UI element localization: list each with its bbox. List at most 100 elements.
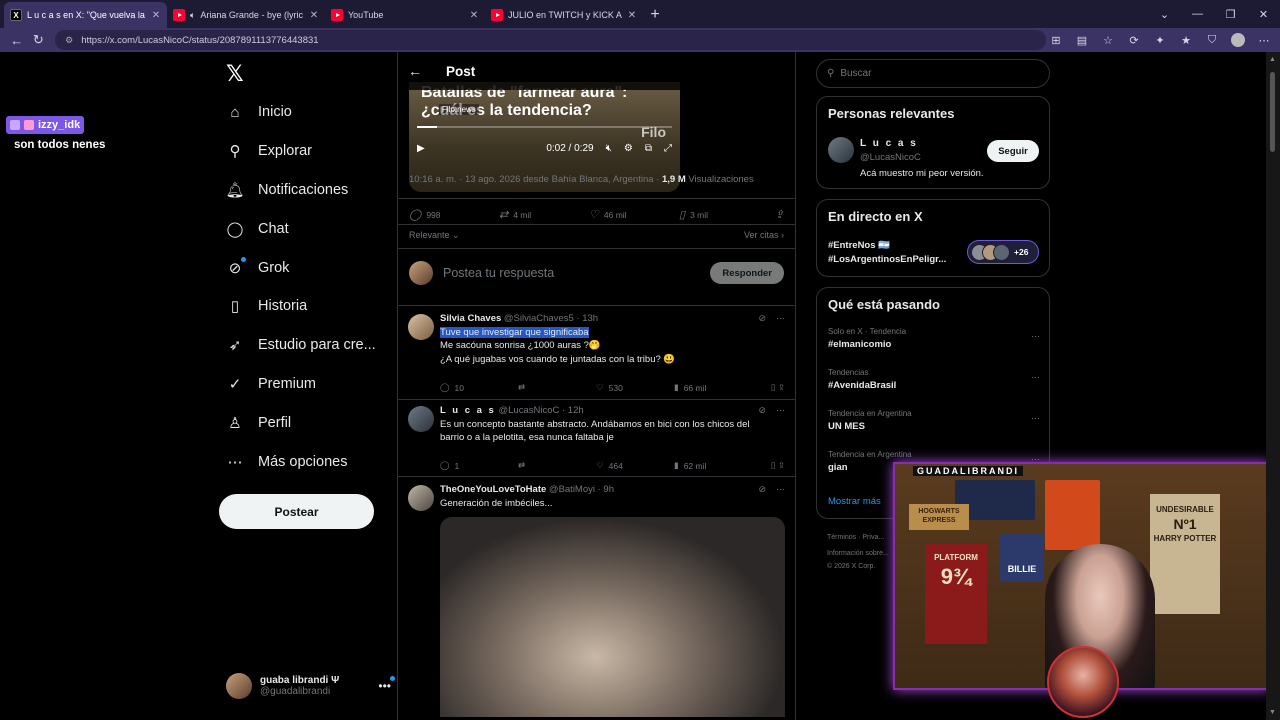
bookmark-share[interactable]: ▯ ⇪ <box>771 460 785 471</box>
follow-button[interactable]: Seguir <box>987 140 1039 162</box>
repost-action[interactable]: ⇄ 4 mil <box>499 208 589 221</box>
tab-youtube[interactable]: YouTube ✕ <box>325 2 485 28</box>
footer-info[interactable]: Información sobre... <box>827 550 889 557</box>
reply-action[interactable]: ◯ 998 <box>409 208 499 221</box>
pip-icon[interactable]: ⧉ <box>645 143 652 154</box>
repost-action[interactable]: ⇄ <box>518 460 596 471</box>
reply-tweet[interactable]: L u c a s @LucasNicoC · 12h ⊘ ⋯ Es un con… <box>398 398 795 476</box>
sidebar-item-grok[interactable]: ⊘ Grok <box>222 248 392 287</box>
like-action[interactable]: ♡ 46 mil <box>589 208 679 221</box>
settings-icon[interactable]: ⚙ <box>624 143 633 154</box>
x-logo-icon[interactable]: 𝕏 <box>226 62 244 87</box>
mute-icon[interactable]: 🔇︎ <box>606 143 612 154</box>
avatar[interactable] <box>408 406 434 432</box>
sidebar-item-notificaciones[interactable]: 🔔︎ Notificaciones <box>222 171 392 210</box>
favorite-icon[interactable]: ☆ <box>1098 30 1118 50</box>
trend-item[interactable]: Tendencia en Argentina UN MES ⋯ <box>828 409 1040 432</box>
reply-input[interactable]: Postea tu respuesta <box>443 266 554 280</box>
tweet-author[interactable]: Silvia Chaves <box>440 313 501 324</box>
play-icon[interactable]: ▶ <box>417 143 425 154</box>
live-avatars[interactable]: +26 <box>967 240 1039 264</box>
speaker-icon[interactable]: 🔈︎ <box>190 10 195 21</box>
reply-action[interactable]: ◯ 1 <box>440 460 518 471</box>
sidebar-item-estudio-para-cre[interactable]: ➶ Estudio para cre... <box>222 326 392 365</box>
person-name[interactable]: L u c a s <box>860 138 918 149</box>
favorites-bar-icon[interactable]: ★ <box>1176 30 1196 50</box>
quotes-link[interactable]: Ver citas › <box>744 230 784 241</box>
extensions-icon[interactable]: ✦ <box>1150 30 1170 50</box>
reply-button[interactable]: Responder <box>710 262 784 284</box>
site-info-icon[interactable]: ⚙ <box>65 35 73 46</box>
tab-ariana[interactable]: 🔈︎ Ariana Grande - bye (lyric visual ✕ <box>167 2 325 28</box>
tab-x-post[interactable]: X L u c a s en X: "Que vuelva la droga ✕ <box>4 2 167 28</box>
share-action[interactable]: ⇪ <box>775 208 784 221</box>
views-action[interactable]: ▮ 62 mil <box>674 460 752 471</box>
page-scrollbar[interactable]: ▲ ▼ <box>1266 52 1280 720</box>
grok-icon[interactable]: ⊘ <box>758 484 766 495</box>
views-action[interactable]: ▮ 66 mil <box>674 382 752 393</box>
trend-item[interactable]: Solo en X · Tendencia #elmanicomio ⋯ <box>828 327 1040 350</box>
refresh-ext-icon[interactable]: ⟳ <box>1124 30 1144 50</box>
more-icon[interactable]: ⋯ <box>1031 372 1040 383</box>
sidebar-item-premium[interactable]: ✓ Premium <box>222 365 392 404</box>
more-icon[interactable]: ⋯ <box>776 484 785 495</box>
trend-item[interactable]: Tendencias #AvenidaBrasil ⋯ <box>828 368 1040 391</box>
scroll-up-icon[interactable]: ▲ <box>1269 56 1276 63</box>
install-app-icon[interactable]: ⊞ <box>1046 30 1066 50</box>
more-icon[interactable]: ⋯ <box>1031 331 1040 342</box>
like-action[interactable]: ♡ 464 <box>596 460 674 471</box>
search-input[interactable]: ⚲ Buscar <box>816 59 1050 88</box>
avatar[interactable] <box>828 137 854 163</box>
grok-icon[interactable]: ⊘ <box>758 405 766 416</box>
new-tab-icon[interactable]: + <box>643 2 667 28</box>
shield-icon[interactable]: ⛉ <box>1202 30 1222 50</box>
more-icon[interactable]: ⋯ <box>776 313 785 324</box>
more-icon[interactable]: ••• <box>378 676 395 693</box>
sidebar-item-inicio[interactable]: ⌂ Inicio <box>222 93 392 132</box>
close-window-icon[interactable]: ✕ <box>1247 0 1280 28</box>
menu-icon[interactable]: ⋯ <box>1254 30 1274 50</box>
profile-avatar[interactable] <box>1228 30 1248 50</box>
tweet-author[interactable]: TheOneYouLoveToHate <box>440 484 546 495</box>
live-topic[interactable]: #EntreNos 🇦🇷 <box>828 240 890 251</box>
close-tab-icon[interactable]: ✕ <box>627 10 637 21</box>
avatar[interactable] <box>408 485 434 511</box>
close-tab-icon[interactable]: ✕ <box>469 10 479 21</box>
tweet-author[interactable]: L u c a s <box>440 405 496 416</box>
show-more-link[interactable]: Mostrar más <box>828 496 881 507</box>
repost-action[interactable]: ⇄ <box>518 382 596 393</box>
sidebar-item-explorar[interactable]: ⚲ Explorar <box>222 132 392 171</box>
scroll-down-icon[interactable]: ▼ <box>1269 709 1276 716</box>
reply-tweet[interactable]: Silvia Chaves @SilviaChaves5 · 13h ⊘ ⋯ Tu… <box>398 306 795 400</box>
account-switcher[interactable]: guaba librandi Ψ @guadalibrandi ••• <box>226 671 395 701</box>
reply-action[interactable]: ◯ 10 <box>440 382 518 393</box>
scroll-thumb[interactable] <box>1270 72 1275 152</box>
avatar[interactable] <box>408 314 434 340</box>
sidebar-item-más-opciones[interactable]: ⋯ Más opciones <box>222 442 392 481</box>
fullscreen-icon[interactable]: ⤢ <box>664 143 672 154</box>
video-progress[interactable] <box>417 126 672 128</box>
minimize-icon[interactable]: — <box>1181 0 1214 28</box>
tab-julio[interactable]: JULIO en TWITCH y KICK ARGENTI ✕ <box>485 2 643 28</box>
reply-tweet[interactable]: TheOneYouLoveToHate @BatiMoyi · 9h ⊘ ⋯ Ge… <box>398 477 795 720</box>
bookmark-action[interactable]: ▯ 3 mil <box>679 208 769 221</box>
relevance-dropdown[interactable]: Relevante ⌄ <box>409 230 460 241</box>
tab-search-icon[interactable]: ⌄ <box>1148 0 1181 28</box>
reload-icon[interactable]: ↻ <box>28 29 50 51</box>
sidebar-item-chat[interactable]: ◯ Chat <box>222 209 392 248</box>
more-icon[interactable]: ⋯ <box>776 405 785 416</box>
grok-icon[interactable]: ⊘ <box>758 313 766 324</box>
sidebar-item-perfil[interactable]: ♙ Perfil <box>222 403 392 442</box>
footer-terms[interactable]: Términos · Priva... <box>827 534 884 541</box>
live-topic[interactable]: #LosArgentinosEnPeligr... <box>828 254 946 265</box>
close-tab-icon[interactable]: ✕ <box>151 10 161 21</box>
address-bar[interactable]: ⚙ https://x.com/LucasNicoC/status/208789… <box>55 30 1046 50</box>
tweet-gif[interactable] <box>440 517 785 717</box>
reader-icon[interactable]: ▤ <box>1072 30 1092 50</box>
close-tab-icon[interactable]: ✕ <box>309 10 319 21</box>
back-arrow-icon[interactable]: ← <box>408 63 422 79</box>
sidebar-item-historia[interactable]: ▯ Historia <box>222 287 392 326</box>
bookmark-share[interactable]: ▯ ⇪ <box>771 382 785 393</box>
like-action[interactable]: ♡ 530 <box>596 382 674 393</box>
back-icon[interactable]: ← <box>6 29 28 51</box>
